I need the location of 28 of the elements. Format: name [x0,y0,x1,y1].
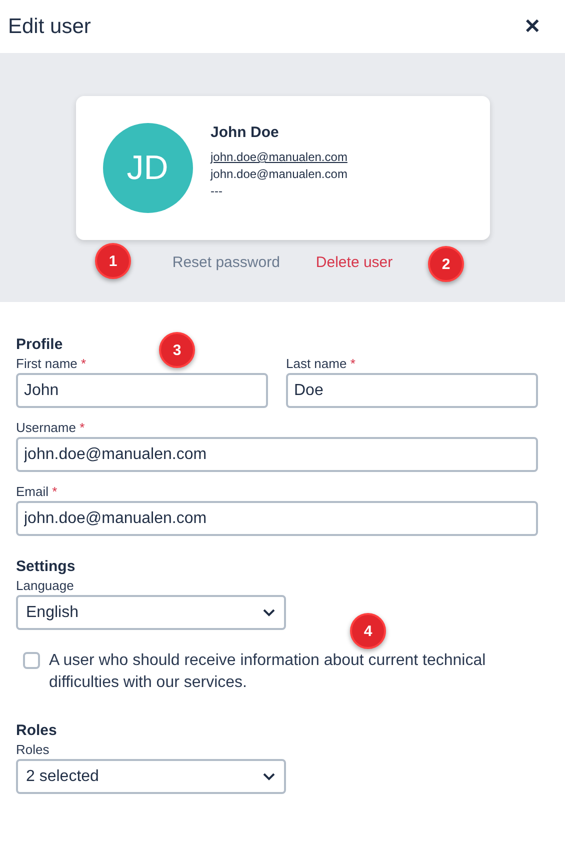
field-label: Language [16,578,75,593]
reset-link[interactable]: Reset password [172,254,280,271]
user-name: John Doe [210,124,280,141]
roles-select[interactable]: 2 selected [16,759,286,794]
checkbox[interactable] [23,652,40,669]
avatar: JD [102,123,192,213]
section-heading: Settings [16,558,76,575]
email-link[interactable]: john.doe@manualen.com [210,150,348,164]
chevron-down-icon [262,608,276,617]
section-heading: Roles [16,722,57,739]
dialog-title: Edit user [8,14,91,38]
callout-badge: 3 [159,332,195,368]
user-extra: --- [210,184,224,198]
field-label: Roles [16,742,50,757]
text-field[interactable]: John [16,373,268,408]
delete-link[interactable]: Delete user [316,254,393,271]
field-label: Email * [16,484,58,499]
chevron-down-icon [262,772,276,781]
checkbox-label: A user who should receive information about current technical difficulties with our services. [49,651,487,693]
close-button[interactable]: ✕ [524,14,541,39]
text-field[interactable]: Doe [286,373,538,408]
field-label: First name * [16,356,88,371]
language-select[interactable]: English [16,595,286,630]
callout-badge: 4 [350,613,386,649]
user-email: john.doe@manualen.com [210,167,348,181]
section-heading: Profile [16,336,63,353]
field-label: Last name * [286,356,356,371]
field-label: Username * [16,420,86,435]
